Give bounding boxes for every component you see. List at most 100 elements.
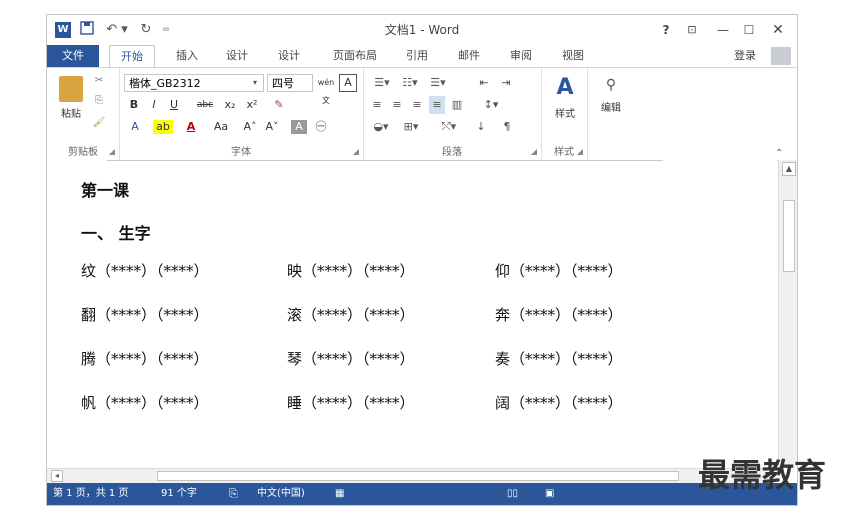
vocab-entry[interactable]: 仰（****）（****） xyxy=(495,260,623,281)
clipboard-launcher-icon[interactable]: ◢ xyxy=(109,147,115,156)
vocab-entry[interactable]: 腾（****）（****） xyxy=(81,348,209,369)
ribbon-display-options-button[interactable]: ⊡ xyxy=(683,21,701,39)
shading-icon[interactable]: ◒▾ xyxy=(369,118,393,136)
proofing-icon[interactable]: ⎘ xyxy=(229,483,238,505)
vocab-entry[interactable]: 琴（****）（****） xyxy=(287,348,415,369)
avatar[interactable] xyxy=(771,47,791,65)
customize-qat-button[interactable]: = xyxy=(159,21,173,39)
read-mode-icon[interactable]: ▯▯ xyxy=(507,483,518,505)
tab-design-2[interactable]: 设计 xyxy=(267,45,311,67)
vocab-entry[interactable]: 翻（****）（****） xyxy=(81,304,209,325)
increase-indent-icon[interactable]: ⇥ xyxy=(497,74,515,92)
word-app-icon[interactable]: W xyxy=(55,22,71,38)
styles-icon[interactable]: A xyxy=(552,74,578,102)
sort-icon[interactable]: ↓ xyxy=(473,118,489,136)
redo-button[interactable]: ↻ xyxy=(135,21,157,39)
tab-references[interactable]: 引用 xyxy=(395,45,439,67)
section-heading[interactable]: 一、 生字 xyxy=(81,220,151,244)
italic-button[interactable]: I xyxy=(147,96,161,114)
tab-view[interactable]: 视图 xyxy=(551,45,595,67)
enclose-characters-button[interactable]: ㊀ xyxy=(313,118,329,136)
subscript-button[interactable]: x₂ xyxy=(221,96,239,114)
vocab-entry[interactable]: 奏（****）（****） xyxy=(495,348,623,369)
align-center-icon[interactable]: ≡ xyxy=(389,96,405,114)
font-name-combobox[interactable]: 楷体_GB2312 xyxy=(124,74,264,92)
phonetic-guide-button[interactable]: wén 文 xyxy=(317,74,335,105)
tab-home[interactable]: 开始 xyxy=(109,45,155,67)
vocab-entry[interactable]: 阔（****）（****） xyxy=(495,392,623,413)
styles-button-label[interactable]: 样式 xyxy=(547,106,583,124)
grow-font-button[interactable]: A˄ xyxy=(241,118,259,136)
vocab-entry[interactable]: 滚（****）（****） xyxy=(287,304,415,325)
numbering-icon[interactable]: ☷▾ xyxy=(397,74,423,92)
borders-icon[interactable]: ⊞▾ xyxy=(399,118,423,136)
character-border-button[interactable]: A xyxy=(339,74,357,92)
page-count-status[interactable]: 第 1 页，共 1 页 xyxy=(53,483,128,505)
character-shading-button[interactable]: A xyxy=(291,120,307,134)
document-page[interactable]: 第一课 一、 生字 纹（****）（****） 映（****）（****） 仰（… xyxy=(47,160,777,468)
distributed-icon[interactable]: ▥ xyxy=(449,96,465,114)
vertical-scrollbar[interactable]: ▲ xyxy=(778,160,797,466)
tab-page-layout[interactable]: 页面布局 xyxy=(323,45,387,67)
paste-icon[interactable] xyxy=(59,76,83,102)
bullets-icon[interactable]: ☰▾ xyxy=(369,74,395,92)
paragraph-launcher-icon[interactable]: ◢ xyxy=(531,147,537,156)
vocab-entry[interactable]: 奔（****）（****） xyxy=(495,304,623,325)
clear-formatting-icon[interactable]: ✎ xyxy=(271,96,287,114)
copy-icon[interactable]: ⎘ xyxy=(91,92,107,110)
vocab-entry[interactable]: 纹（****）（****） xyxy=(81,260,209,281)
vocab-entry[interactable]: 帆（****）（****） xyxy=(81,392,209,413)
paste-button-label[interactable]: 粘贴 xyxy=(55,106,87,124)
save-icon[interactable] xyxy=(79,21,95,39)
horizontal-scroll-thumb[interactable] xyxy=(157,471,679,481)
chinese-layout-icon[interactable]: ⤲▾ xyxy=(437,118,461,136)
macro-icon[interactable]: ▦ xyxy=(335,483,344,505)
lesson-title[interactable]: 第一课 xyxy=(81,177,129,201)
scroll-left-icon[interactable]: ◂ xyxy=(51,470,63,482)
vocab-entry[interactable]: 睡（****）（****） xyxy=(287,392,415,413)
shrink-font-button[interactable]: A˅ xyxy=(263,118,281,136)
vocab-entry[interactable]: 映（****）（****） xyxy=(287,260,415,281)
maximize-button[interactable]: ☐ xyxy=(741,21,757,39)
justify-icon[interactable]: ≡ xyxy=(429,96,445,114)
undo-button[interactable]: ↶ ▾ xyxy=(103,21,131,39)
change-case-button[interactable]: Aa xyxy=(209,118,233,136)
word-count-status[interactable]: 91 个字 xyxy=(161,483,197,505)
format-painter-icon[interactable]: 🖌 xyxy=(91,114,107,132)
font-color-button[interactable]: A xyxy=(183,118,199,136)
decrease-indent-icon[interactable]: ⇤ xyxy=(475,74,493,92)
text-effects-button[interactable]: A xyxy=(127,118,143,136)
underline-button[interactable]: U xyxy=(167,96,181,114)
superscript-button[interactable]: x² xyxy=(243,96,261,114)
align-left-icon[interactable]: ≡ xyxy=(369,96,385,114)
styles-launcher-icon[interactable]: ◢ xyxy=(577,147,583,156)
font-launcher-icon[interactable]: ◢ xyxy=(353,147,359,156)
bold-button[interactable]: B xyxy=(127,96,141,114)
strikethrough-button[interactable]: abc xyxy=(193,96,217,114)
font-size-combobox[interactable]: 四号 xyxy=(267,74,313,92)
tab-review[interactable]: 审阅 xyxy=(499,45,543,67)
sign-in-link[interactable]: 登录 xyxy=(727,45,763,67)
editing-button-label[interactable]: 编辑 xyxy=(593,100,629,118)
binoculars-icon[interactable]: ⚲ xyxy=(599,76,623,94)
line-spacing-icon[interactable]: ↕▾ xyxy=(479,96,503,114)
collapse-ribbon-icon[interactable]: ⌃ xyxy=(775,148,783,159)
highlight-button[interactable]: ab xyxy=(153,120,173,134)
multilevel-list-icon[interactable]: ☰▾ xyxy=(425,74,451,92)
scroll-up-icon[interactable]: ▲ xyxy=(782,162,796,176)
align-right-icon[interactable]: ≡ xyxy=(409,96,425,114)
chevron-down-icon[interactable]: ▾ xyxy=(253,74,263,92)
close-button[interactable]: ✕ xyxy=(769,21,787,39)
tab-design[interactable]: 设计 xyxy=(215,45,259,67)
horizontal-scrollbar[interactable]: ◂ xyxy=(47,468,778,483)
help-button[interactable]: ? xyxy=(659,21,673,39)
print-layout-icon[interactable]: ▣ xyxy=(545,483,554,505)
tab-file[interactable]: 文件 xyxy=(47,45,99,67)
tab-mailings[interactable]: 邮件 xyxy=(447,45,491,67)
minimize-button[interactable]: — xyxy=(715,21,731,39)
show-marks-icon[interactable]: ¶ xyxy=(499,118,515,136)
vertical-scroll-thumb[interactable] xyxy=(783,200,795,272)
tab-insert[interactable]: 插入 xyxy=(165,45,209,67)
language-status[interactable]: 中文(中国) xyxy=(257,483,305,505)
cut-icon[interactable]: ✂ xyxy=(91,72,107,90)
